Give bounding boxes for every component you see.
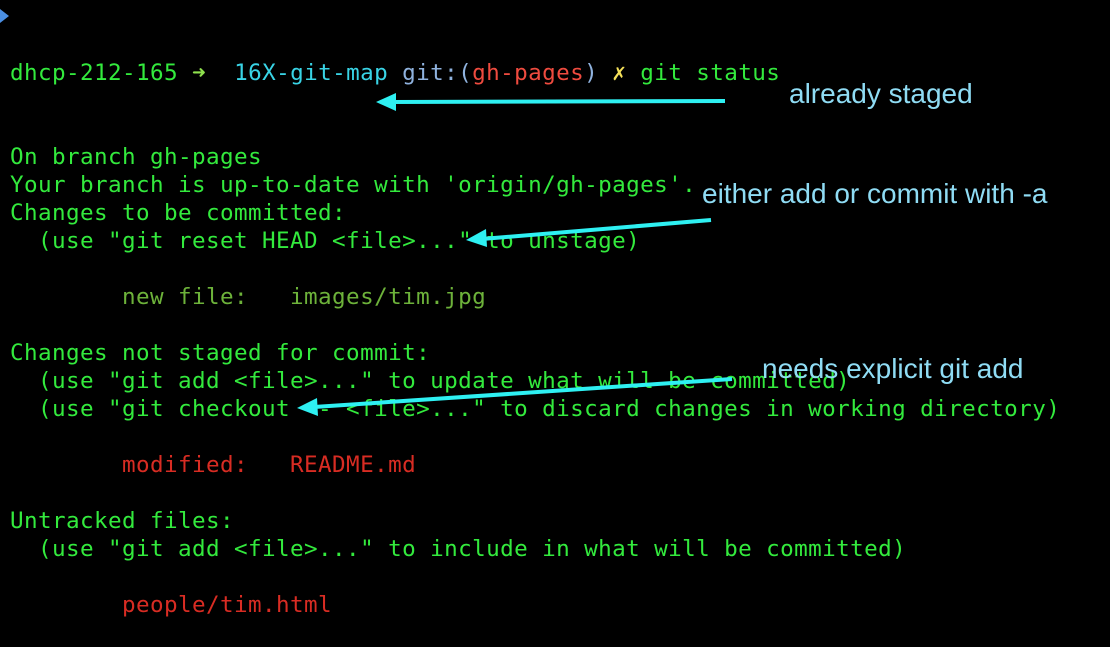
arrow-already-staged xyxy=(376,93,726,111)
annotation-needs-explicit-add: needs explicit git add xyxy=(762,353,1024,384)
annotation-already-staged: already staged xyxy=(789,78,973,109)
arrow-either-add-or-commit xyxy=(466,218,712,247)
output-line-unstaged: people/tim.html xyxy=(10,592,333,618)
annotation-either-add-or-commit: either add or commit with -a xyxy=(702,178,1048,209)
output-line-hint: (use "git add <file>..." to include in w… xyxy=(10,536,907,562)
arrow-needs-explicit-add xyxy=(297,377,733,416)
